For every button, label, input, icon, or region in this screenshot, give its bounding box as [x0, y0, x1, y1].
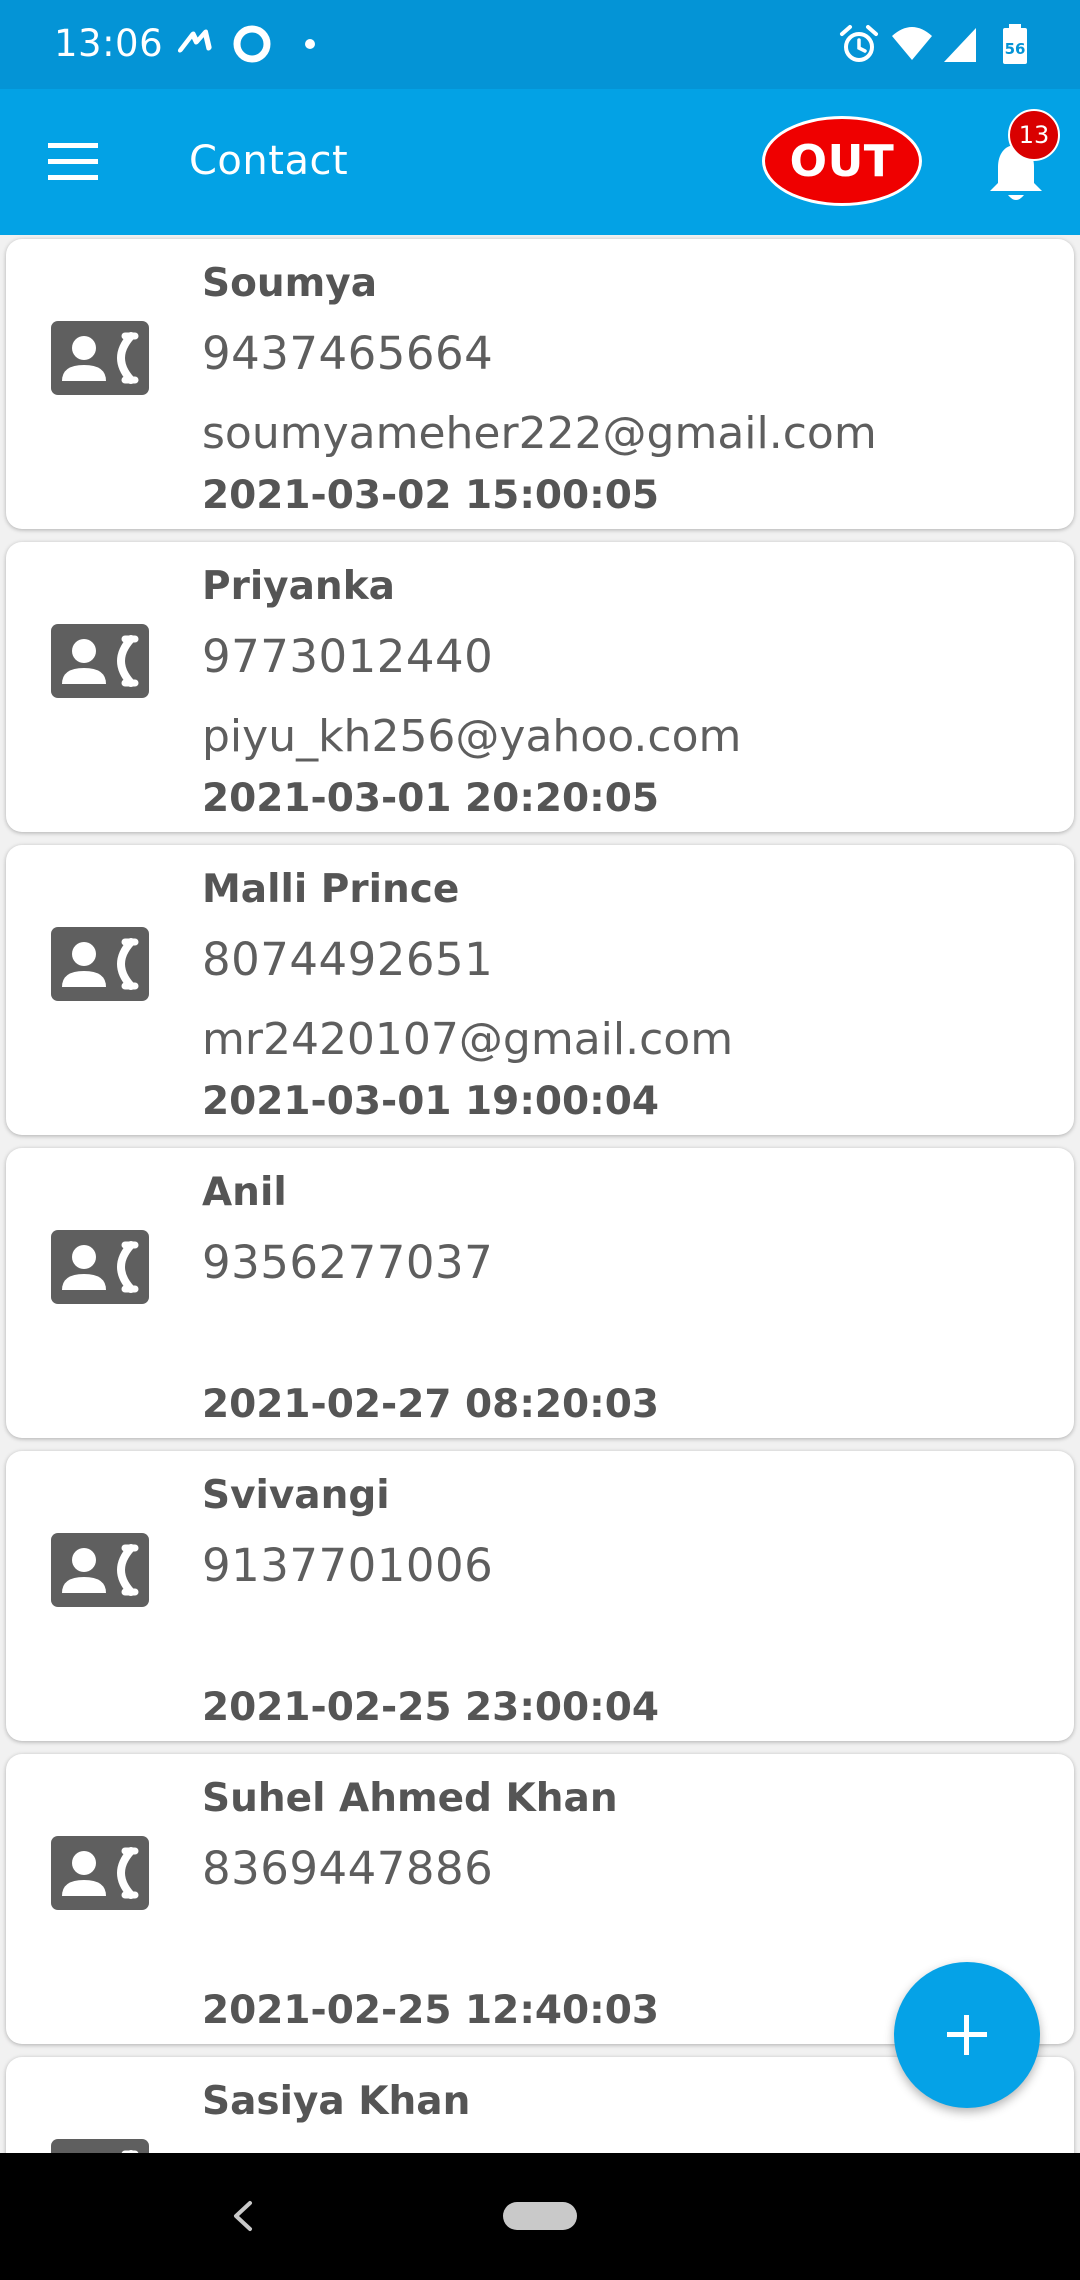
contact-name: Suhel Ahmed Khan [202, 1776, 618, 1821]
contact-date: 2021-03-01 20:20:05 [202, 776, 660, 821]
menu-icon[interactable] [44, 135, 102, 187]
home-button[interactable] [503, 2202, 577, 2230]
app-bar: Contact OUT 13 [0, 89, 1080, 235]
contact-phone-icon [51, 1230, 149, 1304]
contact-phone[interactable]: 8074492651 [202, 932, 493, 988]
contact-card[interactable]: Anil 9356277037 2021-02-27 08:20:03 [6, 1148, 1074, 1438]
contact-date: 2021-03-02 15:00:05 [202, 473, 660, 518]
contact-phone[interactable]: 9137701006 [202, 1538, 493, 1594]
notification-count: 13 [1018, 121, 1050, 149]
cloud-sync-icon [177, 29, 212, 53]
contact-phone-icon [51, 2139, 149, 2153]
contact-date: 2021-02-25 12:40:03 [202, 1988, 660, 2033]
out-button-label: OUT [789, 135, 895, 187]
contact-date: 2021-02-25 23:00:04 [202, 1685, 660, 1730]
navigation-bar [0, 2153, 1080, 2280]
contact-card[interactable]: Priyanka 9773012440 piyu_kh256@yahoo.com… [6, 542, 1074, 832]
dot-icon [305, 39, 315, 49]
contact-name: Priyanka [202, 564, 395, 609]
contact-phone[interactable]: 9773012440 [202, 629, 493, 685]
out-button[interactable]: OUT [762, 116, 922, 206]
status-bar: 13:06 56 [0, 0, 1080, 89]
contact-card[interactable]: Svivangi 9137701006 2021-02-25 23:00:04 [6, 1451, 1074, 1741]
notification-badge: 13 [1008, 109, 1060, 161]
alarm-icon [840, 25, 878, 62]
contact-card[interactable]: Soumya 9437465664 soumyameher222@gmail.c… [6, 239, 1074, 529]
page-title: Contact [189, 138, 349, 184]
screen: 13:06 56 Contact OUT 13 Soumya 943746566… [0, 0, 1080, 2280]
wifi-icon [892, 27, 932, 60]
contact-name: Soumya [202, 261, 378, 306]
contact-phone[interactable]: 8369447886 [202, 1841, 493, 1897]
contact-list[interactable]: Soumya 9437465664 soumyameher222@gmail.c… [0, 235, 1080, 2153]
contact-phone-icon [51, 927, 149, 1001]
contact-phone[interactable]: 9356277037 [202, 1235, 493, 1291]
contact-phone[interactable]: 9437465664 [202, 326, 493, 382]
contact-phone-icon [51, 1836, 149, 1910]
status-time: 13:06 [54, 22, 164, 65]
contact-email[interactable]: soumyameher222@gmail.com [202, 406, 877, 462]
signal-icon [944, 28, 976, 62]
contact-name: Svivangi [202, 1473, 390, 1518]
circle-icon [233, 25, 271, 63]
back-icon[interactable] [224, 2193, 260, 2239]
contact-email[interactable]: mr2420107@gmail.com [202, 1012, 733, 1068]
contact-name: Malli Prince [202, 867, 460, 912]
contact-name: Sasiya Khan [202, 2079, 471, 2124]
contact-email[interactable]: piyu_kh256@yahoo.com [202, 709, 741, 765]
contact-phone-icon [51, 624, 149, 698]
contact-phone-icon [51, 1533, 149, 1607]
plus-icon [947, 2015, 987, 2055]
add-contact-button[interactable] [894, 1962, 1040, 2108]
contact-card[interactable]: Malli Prince 8074492651 mr2420107@gmail.… [6, 845, 1074, 1135]
contact-name: Anil [202, 1170, 287, 1215]
contact-phone-icon [51, 321, 149, 395]
contact-date: 2021-03-01 19:00:04 [202, 1079, 660, 1124]
contact-date: 2021-02-27 08:20:03 [202, 1382, 660, 1427]
battery-level: 56 [1004, 40, 1026, 58]
